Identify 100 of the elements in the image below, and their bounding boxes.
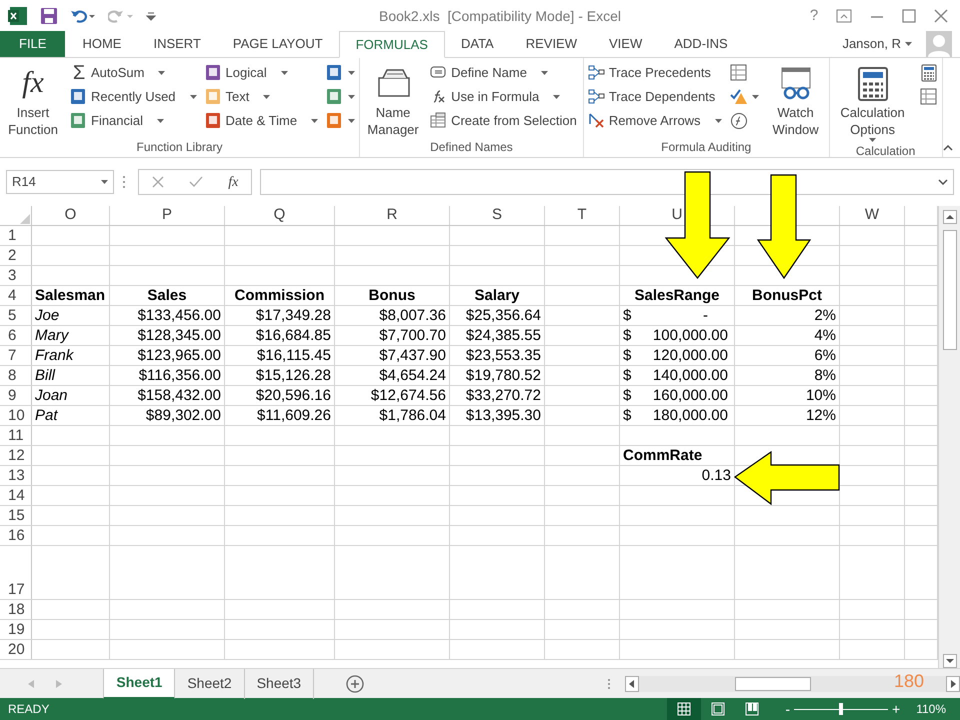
scrollbar-thumb[interactable] bbox=[734, 676, 811, 690]
ribbon-button[interactable]: Watch Window bbox=[766, 62, 825, 138]
ribbon-tab[interactable]: HOME bbox=[66, 31, 138, 57]
row-header[interactable]: 19 bbox=[8, 621, 25, 638]
customize-icon[interactable] bbox=[146, 10, 156, 22]
cell-text: 12% bbox=[804, 407, 836, 425]
worksheet-icon bbox=[730, 64, 748, 82]
row-header[interactable]: 2 bbox=[8, 247, 16, 264]
scroll-up-icon[interactable] bbox=[942, 210, 956, 224]
ribbon-button[interactable]: Name Manager bbox=[364, 62, 422, 138]
ribbon-tab[interactable]: PAGE LAYOUT bbox=[216, 31, 339, 57]
calculator-icon bbox=[920, 64, 938, 82]
cell-text: $11,609.26 bbox=[256, 407, 331, 425]
check-icon[interactable] bbox=[188, 176, 203, 188]
name-box[interactable]: R14 bbox=[6, 170, 114, 194]
expand-icon[interactable] bbox=[938, 179, 948, 185]
row-header[interactable]: 17 bbox=[8, 581, 25, 598]
excel-logo-icon bbox=[8, 6, 28, 26]
cell-text: $25,356.64 bbox=[464, 307, 541, 325]
ribbon-button[interactable]: Create from Selection bbox=[430, 110, 579, 132]
cell-text: Frank bbox=[35, 347, 74, 365]
help-button[interactable]: ? bbox=[804, 4, 824, 28]
add-sheet-icon[interactable] bbox=[346, 674, 364, 692]
column-header[interactable]: W bbox=[864, 206, 880, 227]
ribbon-button[interactable]: Recently Used bbox=[70, 86, 197, 108]
row-header[interactable]: 20 bbox=[8, 641, 25, 658]
zoom-out-button[interactable]: - bbox=[769, 698, 794, 720]
scroll-down-icon[interactable] bbox=[942, 654, 956, 668]
cell-text: 2% bbox=[813, 307, 836, 325]
column-header[interactable]: O bbox=[64, 206, 76, 227]
ribbon-display-icon[interactable] bbox=[836, 9, 852, 23]
ribbon-button[interactable]: Use in Formula bbox=[430, 86, 579, 108]
row-header[interactable]: 7 bbox=[8, 347, 16, 364]
ribbon-button[interactable]: Trace Precedents bbox=[588, 62, 722, 84]
column-header[interactable]: R bbox=[386, 206, 398, 227]
ribbon-button[interactable]: Text bbox=[204, 86, 318, 108]
ribbon-button[interactable]: Trace Dependents bbox=[588, 86, 722, 108]
undo-icon[interactable] bbox=[70, 8, 96, 24]
row-header[interactable]: 4 bbox=[8, 287, 16, 304]
scroll-right-icon[interactable] bbox=[946, 676, 960, 692]
cell-value: 140,000.00 bbox=[652, 367, 728, 385]
ribbon-icon-button[interactable] bbox=[920, 62, 938, 84]
formula-input[interactable] bbox=[260, 169, 954, 195]
row-header[interactable]: 10 bbox=[8, 407, 25, 424]
row-header[interactable]: 5 bbox=[8, 307, 16, 324]
slide-number: 180 bbox=[894, 670, 924, 693]
zoom-slider[interactable] bbox=[794, 703, 888, 715]
ribbon-tab[interactable]: FILE bbox=[0, 31, 66, 57]
row-header[interactable]: 3 bbox=[8, 267, 16, 284]
row-header[interactable]: 8 bbox=[8, 367, 16, 384]
ribbon-tab[interactable]: VIEW bbox=[593, 31, 658, 57]
cell-text: CommRate bbox=[623, 447, 702, 465]
row-header[interactable]: 11 bbox=[8, 427, 24, 444]
account-name[interactable]: Janson, R bbox=[842, 34, 901, 54]
ribbon-tab[interactable]: ADD-INS bbox=[658, 31, 744, 57]
column-header[interactable]: Q bbox=[274, 206, 286, 227]
ribbon-button[interactable]: Calculation Options bbox=[834, 62, 912, 142]
cell-text: $133,456.00 bbox=[136, 307, 221, 325]
row-header[interactable]: 15 bbox=[8, 507, 25, 524]
ribbon-tab[interactable]: REVIEW bbox=[510, 31, 594, 57]
column-header[interactable]: T bbox=[577, 206, 587, 227]
insert-function-button[interactable]: fx bbox=[228, 172, 238, 192]
scrollbar-thumb[interactable] bbox=[942, 230, 956, 350]
error-check-icon bbox=[730, 88, 748, 106]
cell-text: 8% bbox=[813, 367, 836, 385]
close-icon[interactable] bbox=[934, 9, 948, 23]
row-header[interactable]: 13 bbox=[8, 467, 25, 484]
ribbon-tab[interactable]: FORMULAS bbox=[338, 31, 445, 58]
cell-text: $33,270.72 bbox=[464, 387, 541, 405]
ribbon-tab[interactable]: INSERT bbox=[137, 31, 217, 57]
maximize-icon[interactable] bbox=[902, 9, 916, 23]
row-header[interactable]: 9 bbox=[8, 387, 16, 404]
ribbon-button[interactable]: Σ AutoSum bbox=[70, 62, 197, 84]
column-header[interactable]: U bbox=[672, 206, 682, 227]
scroll-left-icon[interactable] bbox=[624, 676, 639, 692]
row-header[interactable]: 12 bbox=[8, 447, 25, 464]
ribbon-button[interactable]: Remove Arrows bbox=[588, 110, 722, 132]
save-icon[interactable] bbox=[40, 7, 58, 25]
row-header[interactable]: 1 bbox=[8, 227, 16, 244]
cell-text: $17,349.28 bbox=[254, 307, 331, 325]
ribbon-button[interactable]: Date & Time bbox=[204, 110, 318, 132]
ribbon-tab[interactable]: DATA bbox=[444, 31, 510, 57]
column-header[interactable]: S bbox=[492, 206, 502, 227]
cell-text: $16,684.85 bbox=[254, 327, 331, 345]
ribbon-button[interactable]: Define Name bbox=[430, 62, 579, 84]
zoom-level[interactable]: 110% bbox=[910, 700, 960, 718]
row-header[interactable]: 6 bbox=[8, 327, 16, 344]
slider-thumb[interactable] bbox=[839, 703, 843, 715]
row-header[interactable]: 18 bbox=[8, 601, 25, 618]
ribbon-button[interactable]: Financial bbox=[70, 110, 197, 132]
cell-text: $4,654.24 bbox=[378, 367, 446, 385]
row-header[interactable]: 14 bbox=[8, 487, 25, 504]
ribbon-button[interactable]: Logical bbox=[204, 62, 318, 84]
collapse-ribbon-icon[interactable] bbox=[942, 145, 953, 151]
row-header[interactable]: 16 bbox=[8, 527, 25, 544]
view-button[interactable] bbox=[667, 698, 702, 720]
sheet-tab[interactable]: Sheet1 bbox=[103, 668, 176, 698]
zoom-in-button[interactable]: + bbox=[888, 698, 910, 720]
ribbon-button[interactable]: fx Insert Function bbox=[4, 62, 62, 138]
column-header[interactable]: P bbox=[162, 206, 172, 227]
